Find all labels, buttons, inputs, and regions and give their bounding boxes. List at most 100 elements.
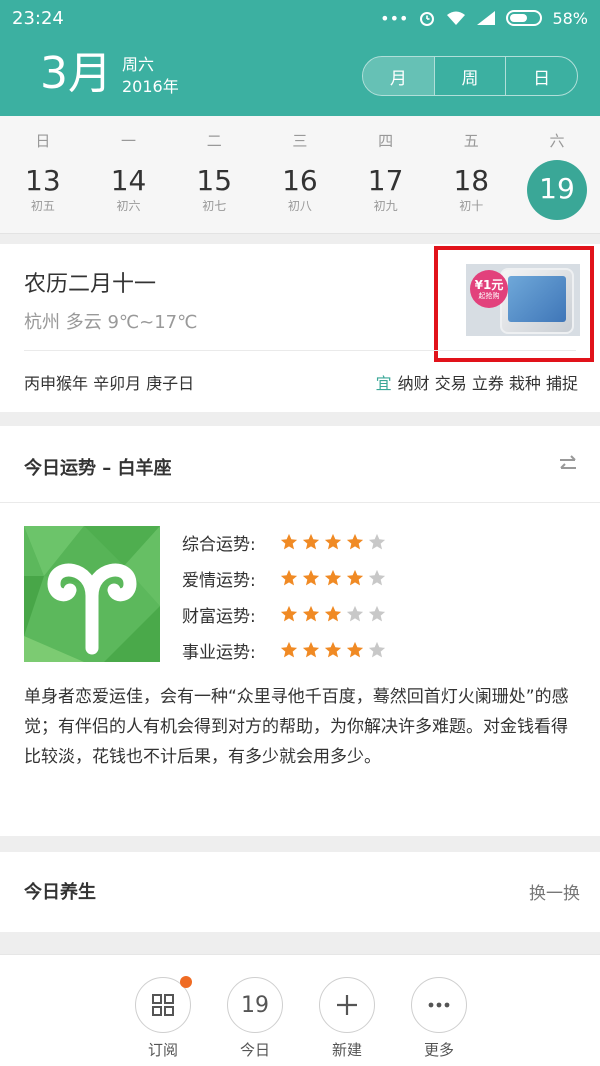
day-lunar: 初六 <box>116 199 141 213</box>
today-label: 今日 <box>239 1041 270 1059</box>
star-empty-icon <box>368 605 386 622</box>
star-filled-icon <box>324 569 342 586</box>
dots-icon: ••• <box>380 8 409 28</box>
signal-icon <box>477 11 496 25</box>
star-rating <box>280 641 386 659</box>
more-label: 更多 <box>423 1041 454 1059</box>
ad-banner[interactable]: ¥1元 起抢购 <box>434 246 594 362</box>
star-filled-icon <box>280 533 298 550</box>
price-badge-sub: 起抢购 <box>478 291 500 300</box>
notification-dot <box>180 976 192 988</box>
view-day-button[interactable]: 日 <box>505 57 577 95</box>
alarm-icon <box>420 12 435 26</box>
ellipsis-icon <box>428 1002 450 1008</box>
almanac-card[interactable]: 农历二月十一 杭州 多云 9℃~17℃ ¥1元 起抢购 丙申猴年 辛卯月 庚子日… <box>0 244 600 412</box>
weekday-label: 一 <box>121 132 137 150</box>
rating-row: 财富运势: <box>182 596 386 632</box>
day-lunar: 初九 <box>373 199 398 213</box>
day-cell-selected[interactable]: 19 <box>514 160 600 234</box>
day-cell[interactable]: 14 初六 <box>86 160 172 234</box>
subscribe-circle <box>135 976 192 1033</box>
bottom-toolbar: 订阅 19 今日 新建 更多 <box>0 954 600 1066</box>
star-filled-icon <box>302 605 320 622</box>
today-number: 19 <box>241 992 269 1018</box>
price-badge: ¥1元 起抢购 <box>470 270 508 308</box>
star-filled-icon <box>302 641 320 658</box>
health-title: 今日养生 <box>24 882 96 903</box>
rating-label: 爱情运势: <box>182 570 256 591</box>
today-circle: 19 <box>227 977 283 1033</box>
status-icons: ••• 58% <box>380 9 588 28</box>
rating-label: 事业运势: <box>182 642 256 663</box>
star-filled-icon <box>324 533 342 550</box>
price-badge-main: ¥1元 <box>474 277 504 292</box>
swap-icon[interactable] <box>556 452 580 476</box>
lunar-date: 农历二月十一 <box>24 272 157 297</box>
day-number: 19 <box>539 172 575 205</box>
star-filled-icon <box>346 569 364 586</box>
view-month-button[interactable]: 月 <box>363 57 434 95</box>
weekday-label: 四 <box>378 132 394 150</box>
rating-row: 事业运势: <box>182 632 386 668</box>
star-filled-icon <box>302 569 320 586</box>
day-cell[interactable]: 16 初八 <box>257 160 343 234</box>
today-button[interactable]: 19 今日 <box>225 977 285 1060</box>
grid-icon <box>152 994 174 1016</box>
horoscope-text: 单身者恋爱运佳，会有一种“众里寻他千百度，蓦然回首灯火阑珊处”的感觉；有伴侣的人… <box>24 687 569 767</box>
rating-label: 综合运势: <box>182 534 256 555</box>
star-empty-icon <box>368 569 386 586</box>
new-label: 新建 <box>331 1041 362 1059</box>
weekday-label: 五 <box>463 132 479 150</box>
day-cell[interactable]: 18 初十 <box>428 160 514 234</box>
star-rating <box>280 605 386 623</box>
star-filled-icon <box>280 641 298 658</box>
star-filled-icon <box>324 641 342 658</box>
year-label: 2016年 <box>122 77 179 96</box>
weekday-label: 周六 <box>122 55 155 74</box>
star-empty-icon <box>368 533 386 550</box>
refresh-button[interactable]: 换一换 <box>529 879 580 904</box>
health-card: 今日养生 换一换 <box>0 852 600 932</box>
weather-info: 杭州 多云 9℃~17℃ <box>24 312 198 333</box>
day-number: 14 <box>110 164 147 197</box>
subscribe-label: 订阅 <box>147 1041 178 1059</box>
more-button[interactable]: 更多 <box>409 977 469 1060</box>
star-empty-icon <box>346 605 364 622</box>
day-lunar: 初十 <box>459 199 484 213</box>
star-filled-icon <box>280 569 298 586</box>
battery-level: 58% <box>552 8 588 28</box>
subscribe-button[interactable]: 订阅 <box>133 976 193 1060</box>
rating-row: 综合运势: <box>182 524 386 560</box>
month-title[interactable]: 3月 <box>40 48 112 100</box>
status-time: 23:24 <box>12 7 64 29</box>
day-lunar: 初五 <box>30 199 55 213</box>
day-cell[interactable]: 17 初九 <box>343 160 429 234</box>
ad-image[interactable]: ¥1元 起抢购 <box>466 264 580 336</box>
new-event-button[interactable]: 新建 <box>317 977 377 1060</box>
suitable-activities: 宜纳财 交易 立券 栽种 捕捉 <box>376 370 578 394</box>
star-filled-icon <box>280 605 298 622</box>
star-filled-icon <box>346 641 364 658</box>
status-bar: 23:24 ••• 58% <box>0 0 600 36</box>
horoscope-card: 今日运势 – 白羊座 综合运势: 爱情运势: 财富运势: 事业运势: 单身者恋爱… <box>0 426 600 836</box>
day-cell[interactable]: 13 初五 <box>0 160 86 234</box>
weekday-label: 二 <box>206 132 222 150</box>
day-cell[interactable]: 15 初七 <box>171 160 257 234</box>
view-switch: 月 周 日 <box>362 56 578 96</box>
weekday-label: 三 <box>292 132 308 150</box>
view-week-button[interactable]: 周 <box>433 57 506 95</box>
day-number: 13 <box>25 164 61 197</box>
phone-image <box>500 268 574 334</box>
ganzhi-date: 丙申猴年 辛卯月 庚子日 <box>24 374 195 393</box>
day-number: 15 <box>196 164 233 197</box>
day-number: 18 <box>453 164 490 197</box>
rating-row: 爱情运势: <box>182 560 386 596</box>
week-strip: 日 一 二 三 四 五 六 13 初五 14 初六 15 初七 16 初八 17 初九 1… <box>0 116 600 234</box>
day-lunar: 初八 <box>287 199 312 213</box>
top-header: 23:24 ••• 58% 3月 周六 2016年 月 周 日 <box>0 0 600 116</box>
aries-icon <box>24 526 160 662</box>
day-number: 16 <box>282 164 318 197</box>
month-subtitle: 周六 2016年 <box>122 54 179 98</box>
suitable-tag: 宜 <box>375 374 392 393</box>
battery-icon <box>506 10 543 26</box>
